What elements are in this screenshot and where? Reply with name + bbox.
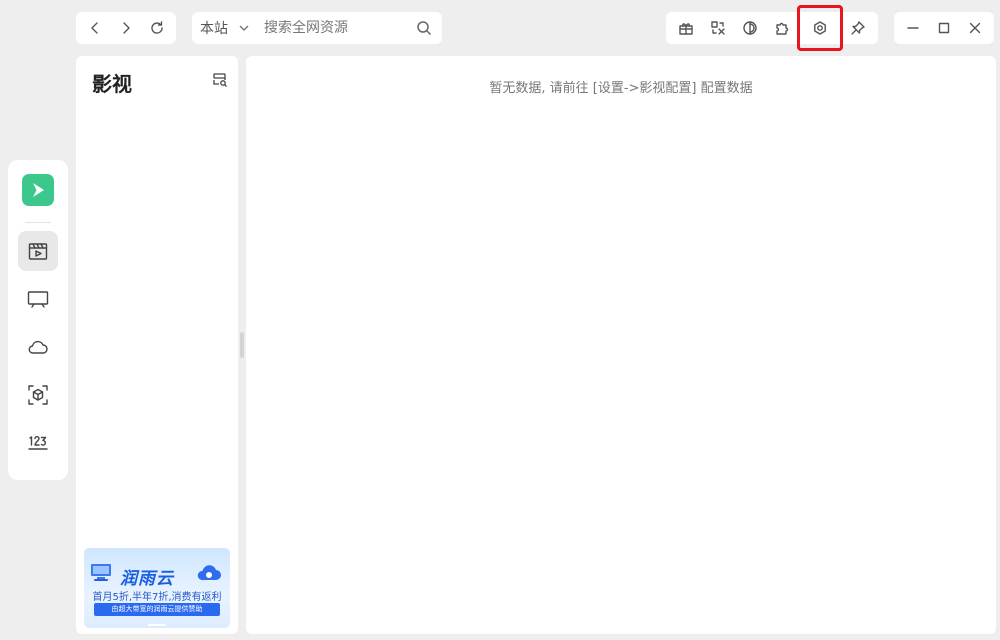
history-nav: [76, 12, 176, 44]
ad-brand: 润雨云: [120, 569, 174, 589]
search-scope-label: 本站: [200, 21, 228, 37]
pin-button[interactable]: [844, 14, 872, 42]
minimize-icon: [907, 27, 920, 29]
film-icon: [28, 243, 48, 260]
back-button[interactable]: [81, 14, 109, 42]
puzzle-plugin-icon: [776, 22, 789, 35]
close-icon: [969, 22, 980, 34]
search-bar: 本站: [192, 12, 442, 44]
plugin-button[interactable]: [768, 14, 796, 42]
search-scope-select[interactable]: 本站: [200, 18, 250, 38]
settings-hexagon-icon: [814, 21, 826, 35]
refresh-icon: [150, 21, 163, 34]
left-rail: [8, 160, 68, 480]
content-area: 暂无数据, 请前往 [设置->影视配置] 配置数据: [246, 56, 996, 634]
chevron-right-icon: [123, 22, 130, 34]
maximize-button[interactable]: [930, 14, 958, 42]
rail-item-tv[interactable]: [18, 279, 58, 319]
monitor-illustration-icon: [91, 564, 111, 581]
server-search-icon: [213, 73, 227, 87]
forward-button[interactable]: [112, 14, 140, 42]
window-controls: [894, 12, 994, 44]
cloud-illustration-icon: [197, 565, 221, 580]
translate-button[interactable]: [704, 14, 732, 42]
scan-cube-icon: [28, 385, 48, 405]
cloud-icon: [28, 340, 48, 354]
sponsor-banner[interactable]: 润雨云 首月5折,半年7折,消费有返利 由超大带宽的润雨云提供赞助: [84, 548, 230, 628]
rail-item-123[interactable]: [18, 423, 58, 463]
rail-item-cloud[interactable]: [18, 327, 58, 367]
chevron-left-icon: [91, 22, 99, 34]
category-title: 影视: [92, 72, 132, 96]
settings-button[interactable]: [797, 5, 843, 51]
rail-item-scan[interactable]: [18, 375, 58, 415]
number-123-icon: [28, 436, 48, 450]
source-filter-button[interactable]: [210, 70, 230, 90]
play-logo-icon: [33, 183, 44, 197]
gift-icon: [679, 23, 693, 35]
app-logo[interactable]: [22, 174, 54, 206]
search-input[interactable]: [264, 20, 404, 36]
pin-icon: [851, 21, 865, 35]
rail-item-film[interactable]: [18, 231, 58, 271]
empty-state-message: 暂无数据, 请前往 [设置->影视配置] 配置数据: [489, 81, 753, 96]
ad-sponsor-text: 由超大带宽的润雨云提供赞助: [94, 603, 220, 616]
refresh-button[interactable]: [143, 14, 171, 42]
rail-divider: [25, 222, 51, 223]
panel-resize-handle[interactable]: [240, 332, 244, 358]
toolbar: [666, 5, 878, 51]
theme-contrast-icon: [743, 21, 757, 35]
close-button[interactable]: [961, 14, 989, 42]
translate-icon: [711, 21, 725, 35]
gift-button[interactable]: [672, 14, 700, 42]
theme-button[interactable]: [736, 14, 764, 42]
ad-carousel-indicator: [148, 624, 166, 626]
search-icon: [417, 21, 432, 36]
chevron-down-icon: [239, 25, 249, 31]
search-button[interactable]: [414, 18, 434, 38]
maximize-icon: [938, 22, 950, 34]
category-panel: 影视 润雨云 首月5折,半年7折,消费有返利 由超大带宽的润雨云提供赞助: [76, 56, 238, 634]
tv-icon: [27, 291, 49, 308]
minimize-button[interactable]: [899, 14, 927, 42]
ad-promo-text: 首月5折,半年7折,消费有返利: [92, 592, 222, 603]
